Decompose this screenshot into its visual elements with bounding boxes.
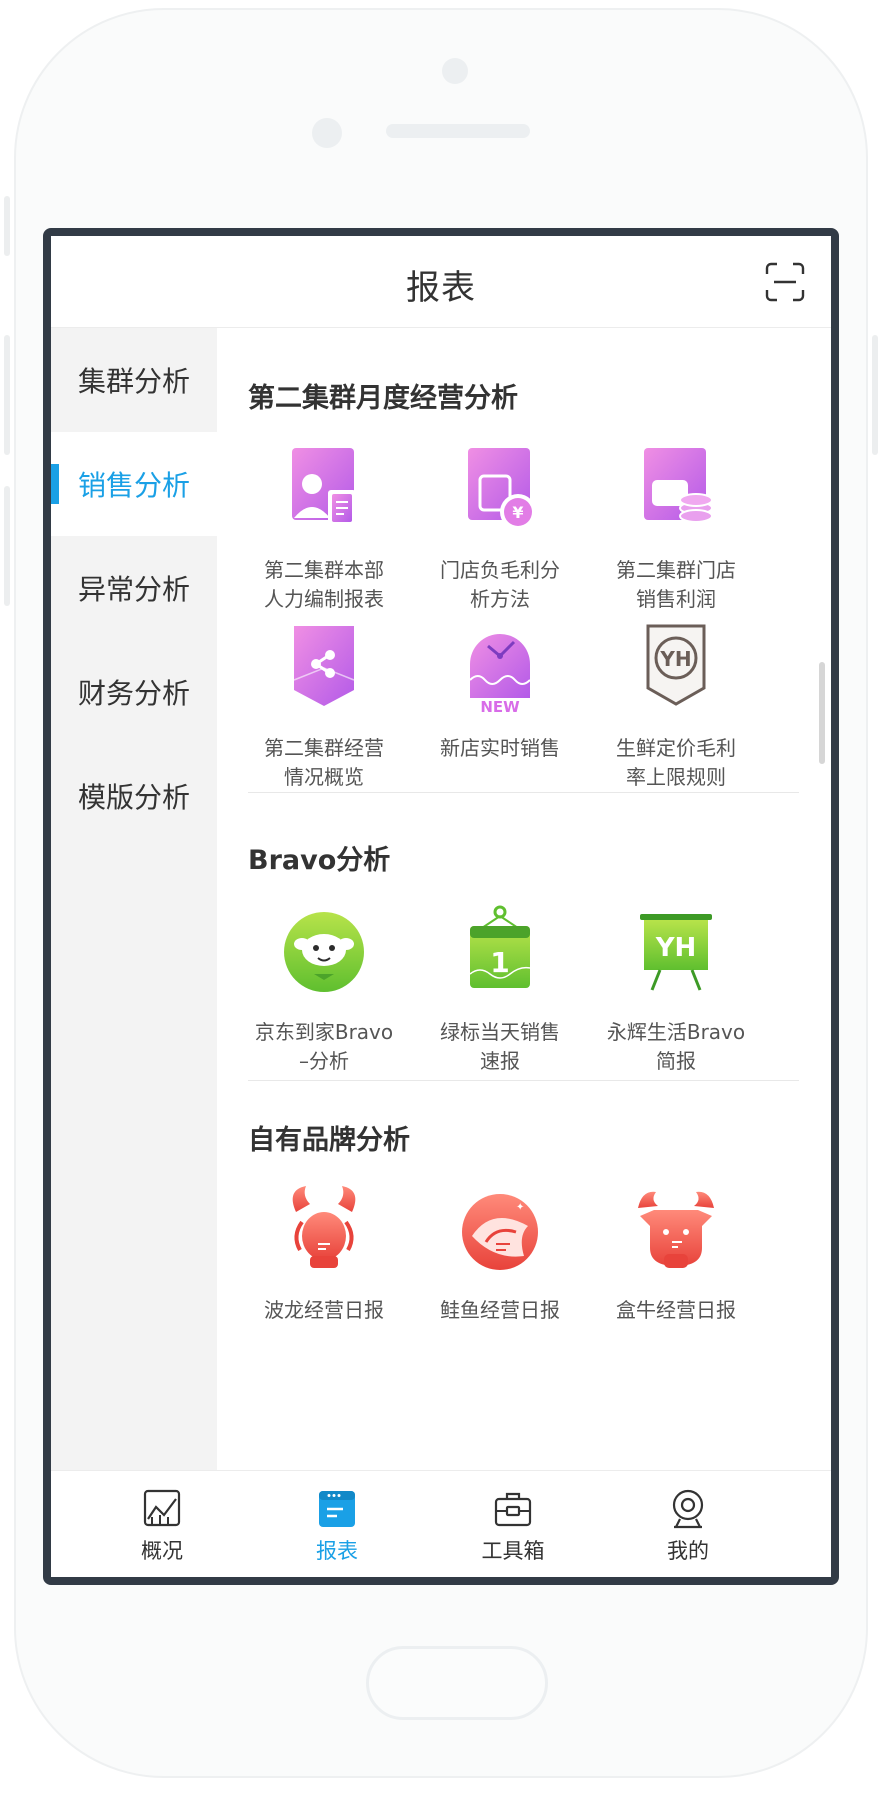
report-tile-label: 第二集群本部 人力编制报表 (264, 558, 384, 611)
svg-text:✦: ✦ (516, 1202, 524, 1213)
salmon-icon: ✦ (452, 1182, 548, 1278)
report-content: 第二集群月度经营分析 第二集群本部 人力编制报表 ¥ 门店负毛利分 析方法 第二… (217, 328, 831, 1470)
app-screen: 报表 集群分析 销售分析 异常分析 财务分析 模版分析 第二集群月度经营分析 第… (43, 228, 839, 1585)
top-bar: 报表 (51, 236, 831, 328)
scan-button[interactable] (765, 262, 805, 302)
report-tile-label: 永辉生活Bravo 简报 (606, 1020, 746, 1073)
power-button (872, 335, 878, 455)
tab-toolbox[interactable]: 工具箱 (468, 1487, 558, 1565)
svg-text:¥: ¥ (512, 503, 523, 522)
cow-icon (628, 1182, 724, 1278)
report-tile[interactable]: NEW 新店实时销售 (415, 620, 585, 763)
share-badge-icon (276, 620, 372, 716)
volume-down-button (4, 486, 10, 606)
yh-shield-icon: YH (628, 620, 724, 716)
svg-text:NEW: NEW (480, 698, 520, 716)
lobster-icon (276, 1182, 372, 1278)
sidebar-item-label: 集群分析 (77, 365, 190, 398)
report-tile-label: 新店实时销售 (440, 736, 560, 760)
svg-text:1: 1 (490, 946, 509, 979)
person-document-icon (276, 442, 372, 538)
yuan-card-icon: ¥ (452, 442, 548, 538)
report-tile[interactable]: 波龙经营日报 (239, 1182, 409, 1325)
earpiece-speaker (386, 124, 530, 138)
section-divider (248, 792, 799, 793)
content-scrollbar[interactable] (819, 662, 825, 764)
report-tile[interactable]: YH 生鲜定价毛利 率上限规则 (591, 620, 761, 792)
section-title: Bravo分析 (248, 845, 391, 876)
svg-text:YH: YH (655, 933, 697, 963)
report-tile[interactable]: 第二集群本部 人力编制报表 (239, 442, 409, 614)
overview-chart-icon (140, 1487, 184, 1531)
sidebar-item-cluster[interactable]: 集群分析 (51, 328, 217, 432)
volume-up-button (4, 335, 10, 455)
coin-stack-icon (628, 442, 724, 538)
report-tile-label: 门店负毛利分 析方法 (440, 558, 560, 611)
category-sidebar: 集群分析 销售分析 异常分析 财务分析 模版分析 (51, 328, 217, 1470)
sidebar-item-sales[interactable]: 销售分析 (51, 432, 217, 536)
front-camera (442, 58, 468, 84)
section-title: 第二集群月度经营分析 (248, 383, 518, 414)
svg-text:YH: YH (659, 647, 691, 671)
report-tile-label: 生鲜定价毛利 率上限规则 (616, 736, 736, 789)
report-tile[interactable]: YH 永辉生活Bravo 简报 (591, 904, 761, 1076)
home-button (366, 1646, 548, 1720)
report-tile[interactable]: 第二集群门店 销售利润 (591, 442, 761, 614)
proximity-sensor (312, 118, 342, 148)
calendar-chart-icon: 1 (452, 904, 548, 1000)
report-tile-label: 鲑鱼经营日报 (440, 1298, 560, 1322)
report-tile-label: 第二集群经营 情况概览 (264, 736, 384, 789)
tab-label: 概况 (141, 1539, 183, 1563)
yh-board-icon: YH (628, 904, 724, 1000)
tab-overview[interactable]: 概况 (117, 1487, 207, 1565)
sidebar-item-template[interactable]: 模版分析 (51, 744, 217, 848)
sidebar-item-label: 销售分析 (77, 469, 190, 502)
report-tile-label: 波龙经营日报 (264, 1298, 384, 1322)
sidebar-item-label: 异常分析 (77, 573, 190, 606)
toolbox-icon (491, 1487, 535, 1531)
report-tile[interactable]: 1 绿标当天销售 速报 (415, 904, 585, 1076)
report-tile-label: 绿标当天销售 速报 (440, 1020, 560, 1073)
report-tile-label: 京东到家Bravo –分析 (254, 1020, 394, 1073)
report-tile[interactable]: ¥ 门店负毛利分 析方法 (415, 442, 585, 614)
section-divider (248, 1080, 799, 1081)
report-icon (315, 1487, 359, 1531)
bottom-tab-bar: 概况 报表 工具箱 我的 (51, 1470, 831, 1577)
report-tile-label: 盒牛经营日报 (616, 1298, 736, 1322)
report-tile[interactable]: 京东到家Bravo –分析 (239, 904, 409, 1076)
tab-mine[interactable]: 我的 (643, 1487, 733, 1565)
tab-report[interactable]: 报表 (292, 1487, 382, 1565)
sidebar-item-exception[interactable]: 异常分析 (51, 536, 217, 640)
jd-mascot-icon (276, 904, 372, 1000)
tab-label: 我的 (667, 1539, 709, 1563)
sidebar-item-label: 财务分析 (77, 677, 190, 710)
page-title: 报表 (406, 268, 476, 308)
report-tile[interactable]: 第二集群经营 情况概览 (239, 620, 409, 792)
tab-label: 报表 (316, 1539, 358, 1563)
report-tile[interactable]: ✦ 鲑鱼经营日报 (415, 1182, 585, 1325)
sidebar-item-finance[interactable]: 财务分析 (51, 640, 217, 744)
report-tile[interactable]: 盒牛经营日报 (591, 1182, 761, 1325)
new-clock-icon: NEW (452, 620, 548, 716)
section-title: 自有品牌分析 (248, 1125, 410, 1156)
sidebar-item-label: 模版分析 (77, 781, 190, 814)
tab-label: 工具箱 (481, 1539, 545, 1563)
scan-icon (765, 262, 805, 302)
report-tile-label: 第二集群门店 销售利润 (616, 558, 736, 611)
profile-icon (666, 1487, 710, 1531)
silent-switch (4, 196, 10, 256)
